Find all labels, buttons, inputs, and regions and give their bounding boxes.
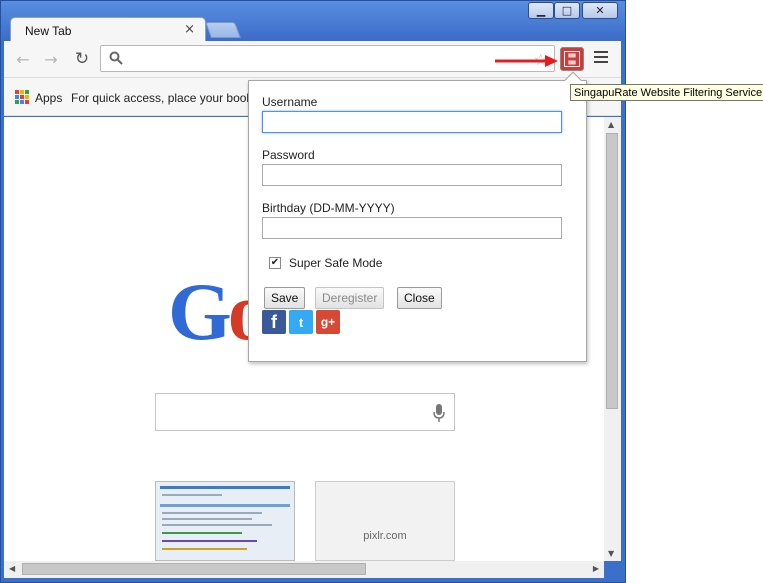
username-label: Username: [262, 95, 318, 109]
apps-grid-dot: [15, 90, 19, 94]
minimize-button[interactable]: ▁: [528, 2, 554, 19]
red-arrow-annotation: [495, 55, 558, 67]
horizontal-scrollbar[interactable]: ◀ ▶: [4, 561, 604, 578]
vertical-scrollbar[interactable]: ▲ ▼: [604, 117, 621, 561]
maximize-button[interactable]: □: [554, 2, 580, 19]
omnibox[interactable]: ☆: [100, 45, 555, 72]
twitter-icon[interactable]: t: [289, 310, 313, 334]
google-search-box[interactable]: [155, 393, 455, 431]
scroll-down-icon[interactable]: ▼: [608, 549, 614, 558]
username-field[interactable]: [262, 111, 562, 133]
singapurate-icon: ▦▦ ▦▦: [564, 51, 580, 67]
facebook-glyph: f: [271, 311, 277, 332]
birthday-label: Birthday (DD-MM-YYYY): [262, 201, 395, 215]
apps-grid-dot: [20, 100, 24, 104]
most-visited-thumbnail-1[interactable]: [155, 481, 295, 561]
apps-link[interactable]: Apps: [35, 91, 62, 105]
singapurate-popup: Username Password Birthday (DD-MM-YYYY) …: [248, 71, 587, 362]
reload-button[interactable]: ↻: [72, 49, 92, 69]
menu-icon[interactable]: [594, 51, 608, 65]
microphone-icon[interactable]: [432, 403, 446, 423]
google-plus-glyph: g+: [320, 315, 336, 329]
singapurate-extension-button[interactable]: ▦▦ ▦▦: [560, 47, 584, 71]
google-plus-icon[interactable]: g+: [316, 310, 340, 334]
deregister-button[interactable]: Deregister: [315, 287, 385, 309]
new-tab-button[interactable]: [205, 22, 241, 38]
back-button[interactable]: ←: [13, 49, 33, 69]
thumbnail-site-label: pixlr.com: [363, 530, 407, 542]
extension-tooltip: SingapuRate Website Filtering Service: [570, 84, 763, 101]
apps-grid-icon[interactable]: [15, 90, 29, 104]
vertical-scroll-thumb[interactable]: [606, 133, 618, 409]
super-safe-checkbox[interactable]: ✔: [269, 257, 281, 269]
close-button[interactable]: Close: [397, 287, 442, 309]
scroll-left-icon[interactable]: ◀: [9, 564, 15, 573]
forward-arrow-icon: →: [44, 49, 58, 69]
screen: ▁ □ ✕ New Tab × ← → ↻ ☆ ▦▦▦▦ Apps For qu…: [0, 0, 763, 583]
birthday-field[interactable]: [262, 217, 562, 239]
minimize-icon: ▁: [536, 4, 546, 17]
scroll-right-icon[interactable]: ▶: [593, 564, 599, 573]
apps-grid-dot: [20, 95, 24, 99]
horizontal-scroll-thumb[interactable]: [22, 563, 366, 575]
scroll-up-icon[interactable]: ▲: [608, 120, 614, 129]
apps-grid-dot: [25, 90, 29, 94]
bookmarks-hint: For quick access, place your bookmar: [71, 91, 274, 105]
maximize-icon: □: [561, 4, 573, 17]
tab-new-tab[interactable]: New Tab ×: [10, 17, 206, 42]
apps-grid-dot: [25, 100, 29, 104]
facebook-icon[interactable]: f: [262, 310, 286, 334]
apps-grid-dot: [15, 100, 19, 104]
tab-title: New Tab: [25, 24, 72, 38]
reload-icon: ↻: [74, 49, 90, 69]
save-button[interactable]: Save: [264, 287, 306, 309]
password-field[interactable]: [262, 164, 562, 186]
apps-grid-dot: [20, 90, 24, 94]
forward-button[interactable]: →: [41, 49, 61, 69]
tab-close-icon[interactable]: ×: [184, 22, 195, 37]
super-safe-label[interactable]: Super Safe Mode: [289, 256, 382, 270]
apps-grid-dot: [25, 95, 29, 99]
window-close-button[interactable]: ✕: [582, 2, 618, 19]
twitter-glyph: t: [298, 314, 304, 330]
search-icon: [109, 51, 123, 65]
most-visited-thumbnail-2[interactable]: pixlr.com: [315, 481, 455, 561]
google-logo-g: G: [168, 266, 232, 357]
close-icon: ✕: [595, 4, 605, 17]
password-label: Password: [262, 148, 315, 162]
apps-grid-dot: [15, 95, 19, 99]
back-arrow-icon: ←: [16, 49, 30, 69]
